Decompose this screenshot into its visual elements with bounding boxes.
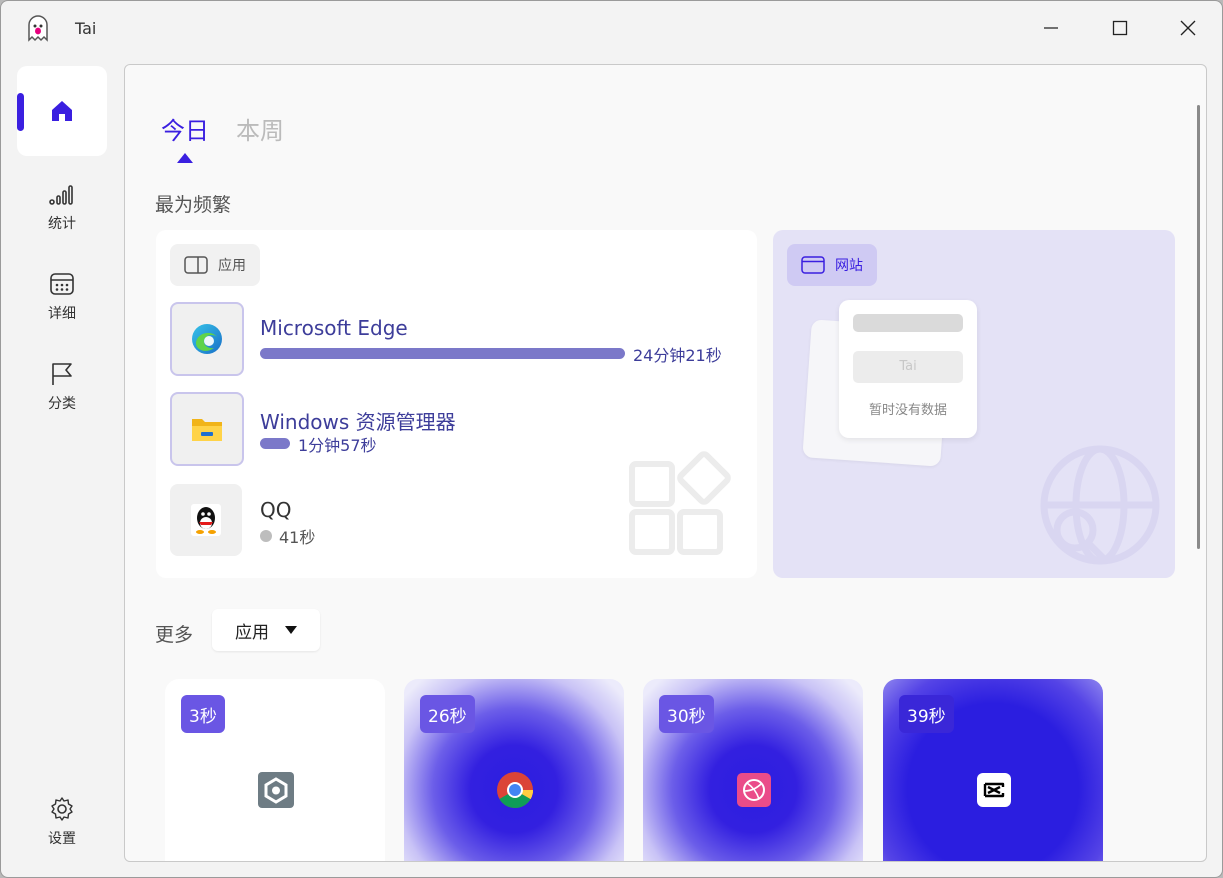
app-row-explorer[interactable]: Windows 资源管理器 1分钟57秒 xyxy=(170,392,740,468)
nav-details-label: 详细 xyxy=(48,306,76,322)
active-tab-indicator xyxy=(177,153,193,163)
app-name: Microsoft Edge xyxy=(260,316,408,340)
frequent-section-title: 最为频繁 xyxy=(155,194,232,216)
app-name: Windows 资源管理器 xyxy=(260,410,456,434)
empty-state-text: 暂时没有数据 xyxy=(868,403,947,418)
usage-bar xyxy=(260,348,625,359)
frequent-websites-card: 网站 Tai 暂时没有数据 xyxy=(773,230,1175,578)
bar-chart-icon xyxy=(49,185,73,205)
nav-details[interactable]: 详细 xyxy=(17,271,107,341)
usage-time: 1分钟57秒 xyxy=(298,436,377,455)
app-name: QQ xyxy=(260,498,292,522)
app-tile[interactable]: 3秒 xyxy=(165,679,385,861)
nav-settings-label: 设置 xyxy=(48,831,76,847)
close-icon xyxy=(1180,20,1196,36)
usage-dot xyxy=(260,530,272,542)
frequent-apps-card: 应用 Microsoft Edge 24分钟21秒 Windows 资源管理器 … xyxy=(156,230,757,578)
flag-icon xyxy=(52,363,72,385)
window-title: Tai xyxy=(75,19,97,38)
websites-chip-label: 网站 xyxy=(835,258,863,274)
browser-window-icon xyxy=(801,256,825,274)
websites-chip[interactable]: 网站 xyxy=(787,244,877,286)
scrollbar[interactable] xyxy=(1197,105,1200,549)
app-row-qq[interactable]: QQ 41秒 xyxy=(170,484,740,560)
app-window: Tai 统计 详细 分类 设置 今日 本周 最为频繁 应用 Microsoft … xyxy=(0,0,1223,878)
nav-categories-label: 分类 xyxy=(48,396,76,412)
nav-active-indicator xyxy=(17,93,24,131)
usage-time-badge: 26秒 xyxy=(420,695,475,733)
apps-chip-label: 应用 xyxy=(218,258,246,274)
nav-statistics[interactable]: 统计 xyxy=(17,183,107,253)
dribbble-icon xyxy=(735,771,773,809)
usage-bar xyxy=(260,438,290,449)
maximize-icon xyxy=(1112,20,1128,36)
ghost-logo-icon xyxy=(23,13,53,43)
tab-today[interactable]: 今日 xyxy=(161,111,209,146)
capcut-icon xyxy=(975,771,1013,809)
title-bar[interactable]: Tai xyxy=(1,1,1222,53)
chrome-icon xyxy=(496,771,534,809)
calendar-icon xyxy=(50,273,74,295)
gear-icon xyxy=(51,797,73,821)
usage-time-badge: 39秒 xyxy=(899,695,954,733)
nav-categories[interactable]: 分类 xyxy=(17,361,107,431)
maximize-button[interactable] xyxy=(1105,13,1135,43)
main-content: 今日 本周 最为频繁 应用 Microsoft Edge 24分钟21秒 Win… xyxy=(124,64,1207,862)
placeholder-card-front: Tai 暂时没有数据 xyxy=(839,300,977,438)
app-tile[interactable]: 26秒 xyxy=(404,679,624,861)
sidebar: 统计 详细 分类 设置 xyxy=(1,53,123,877)
nav-settings[interactable]: 设置 xyxy=(17,796,107,866)
placeholder-site-name: Tai xyxy=(853,351,963,383)
more-section-label: 更多 xyxy=(155,624,194,646)
pix-app-icon xyxy=(257,771,295,809)
caret-down-icon xyxy=(285,626,297,634)
app-row-edge[interactable]: Microsoft Edge 24分钟21秒 xyxy=(170,302,740,378)
usage-time-badge: 3秒 xyxy=(181,695,225,733)
category-dropdown[interactable]: 应用 xyxy=(212,609,320,651)
app-tile[interactable]: 39秒 xyxy=(883,679,1103,861)
nav-statistics-label: 统计 xyxy=(48,216,76,232)
close-button[interactable] xyxy=(1173,13,1203,43)
placeholder-line xyxy=(853,314,963,332)
tab-week[interactable]: 本周 xyxy=(236,111,284,146)
category-dropdown-value: 应用 xyxy=(235,622,269,643)
folder-icon xyxy=(170,392,244,466)
usage-time-badge: 30秒 xyxy=(659,695,714,733)
usage-time: 24分钟21秒 xyxy=(633,346,722,365)
minimize-button[interactable] xyxy=(1036,13,1066,43)
qq-icon xyxy=(170,484,242,556)
home-icon xyxy=(52,101,72,121)
edge-icon xyxy=(170,302,244,376)
nav-home[interactable] xyxy=(17,66,107,156)
app-window-icon xyxy=(184,256,208,274)
usage-time: 41秒 xyxy=(279,528,316,547)
globe-search-watermark-icon xyxy=(1040,445,1160,565)
minimize-icon xyxy=(1044,27,1058,29)
apps-chip[interactable]: 应用 xyxy=(170,244,260,286)
app-tile[interactable]: 30秒 xyxy=(643,679,863,861)
